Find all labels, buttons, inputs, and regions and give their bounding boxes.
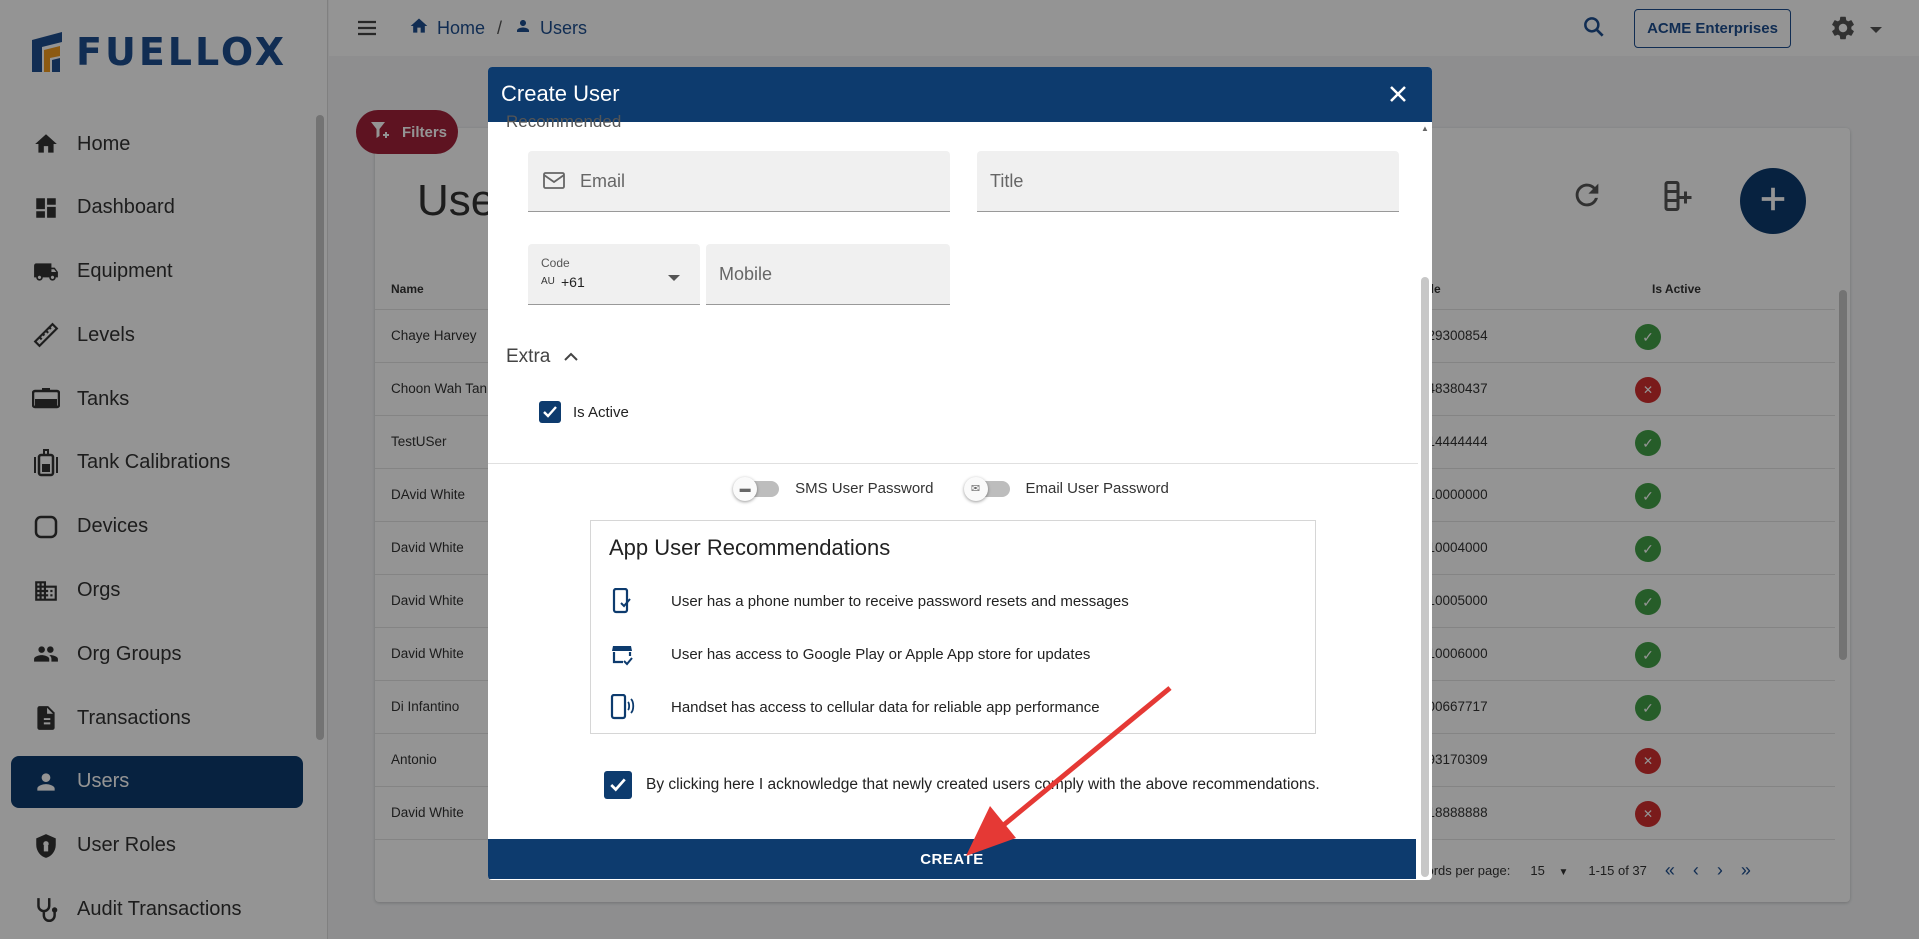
recommendation-text: User has a phone number to receive passw… (671, 592, 1129, 610)
recommendation-text: User has access to Google Play or Apple … (671, 645, 1091, 663)
phone-check-icon (609, 588, 635, 614)
dialog-header: Create User (488, 67, 1432, 122)
country-code: AU (541, 276, 555, 287)
email-password-toggle[interactable]: ✉ Email User Password (963, 476, 1169, 501)
acknowledge-checkbox[interactable] (604, 771, 632, 799)
section-heading-recommended: Recommended (506, 112, 622, 131)
email-password-label: Email User Password (1025, 480, 1169, 497)
dialog-title: Create User (501, 81, 620, 106)
toggle-track: ✉ (963, 476, 1010, 501)
is-active-checkbox[interactable] (539, 401, 561, 423)
chevron-up-icon (564, 346, 579, 368)
divider (488, 463, 1418, 464)
password-toggles: ▬ SMS User Password ✉ Email User Passwor… (488, 476, 1418, 501)
extra-label: Extra (506, 346, 551, 367)
close-icon[interactable] (1386, 82, 1410, 111)
recommendation-item: User has a phone number to receive passw… (609, 588, 1129, 614)
recommendation-item: User has access to Google Play or Apple … (609, 641, 1090, 667)
sms-password-toggle[interactable]: ▬ SMS User Password (733, 476, 934, 501)
email-field[interactable]: Email (528, 151, 950, 212)
toggle-track: ▬ (733, 476, 780, 501)
store-check-icon (609, 641, 635, 667)
title-placeholder: Title (990, 171, 1024, 191)
phone-signal-icon (609, 694, 635, 720)
dial-code: +61 (561, 274, 585, 290)
is-active-label: Is Active (573, 403, 629, 421)
country-code-select[interactable]: Code AU +61 (528, 244, 700, 305)
sms-password-label: SMS User Password (795, 480, 934, 497)
is-active-checkbox-row: Is Active (539, 401, 629, 423)
create-button[interactable]: CREATE (488, 839, 1416, 879)
annotation-arrow-icon (966, 686, 1172, 856)
extra-section-toggle[interactable]: Extra (506, 346, 579, 368)
chevron-down-icon (668, 270, 680, 288)
recommendations-title: App User Recommendations (609, 535, 891, 560)
sms-icon: ▬ (733, 476, 758, 501)
mobile-placeholder: Mobile (719, 264, 773, 284)
scroll-up-icon[interactable]: ▲ (1421, 124, 1429, 133)
mail-icon (542, 170, 566, 197)
code-label: Code (541, 256, 570, 270)
email-placeholder: Email (580, 171, 626, 191)
mail-icon: ✉ (963, 476, 988, 501)
mobile-field[interactable]: Mobile (706, 244, 950, 305)
dialog-scrollbar-thumb[interactable] (1421, 277, 1429, 877)
recommendations-panel: App User Recommendations User has a phon… (590, 520, 1316, 734)
title-field[interactable]: Title (977, 151, 1399, 212)
